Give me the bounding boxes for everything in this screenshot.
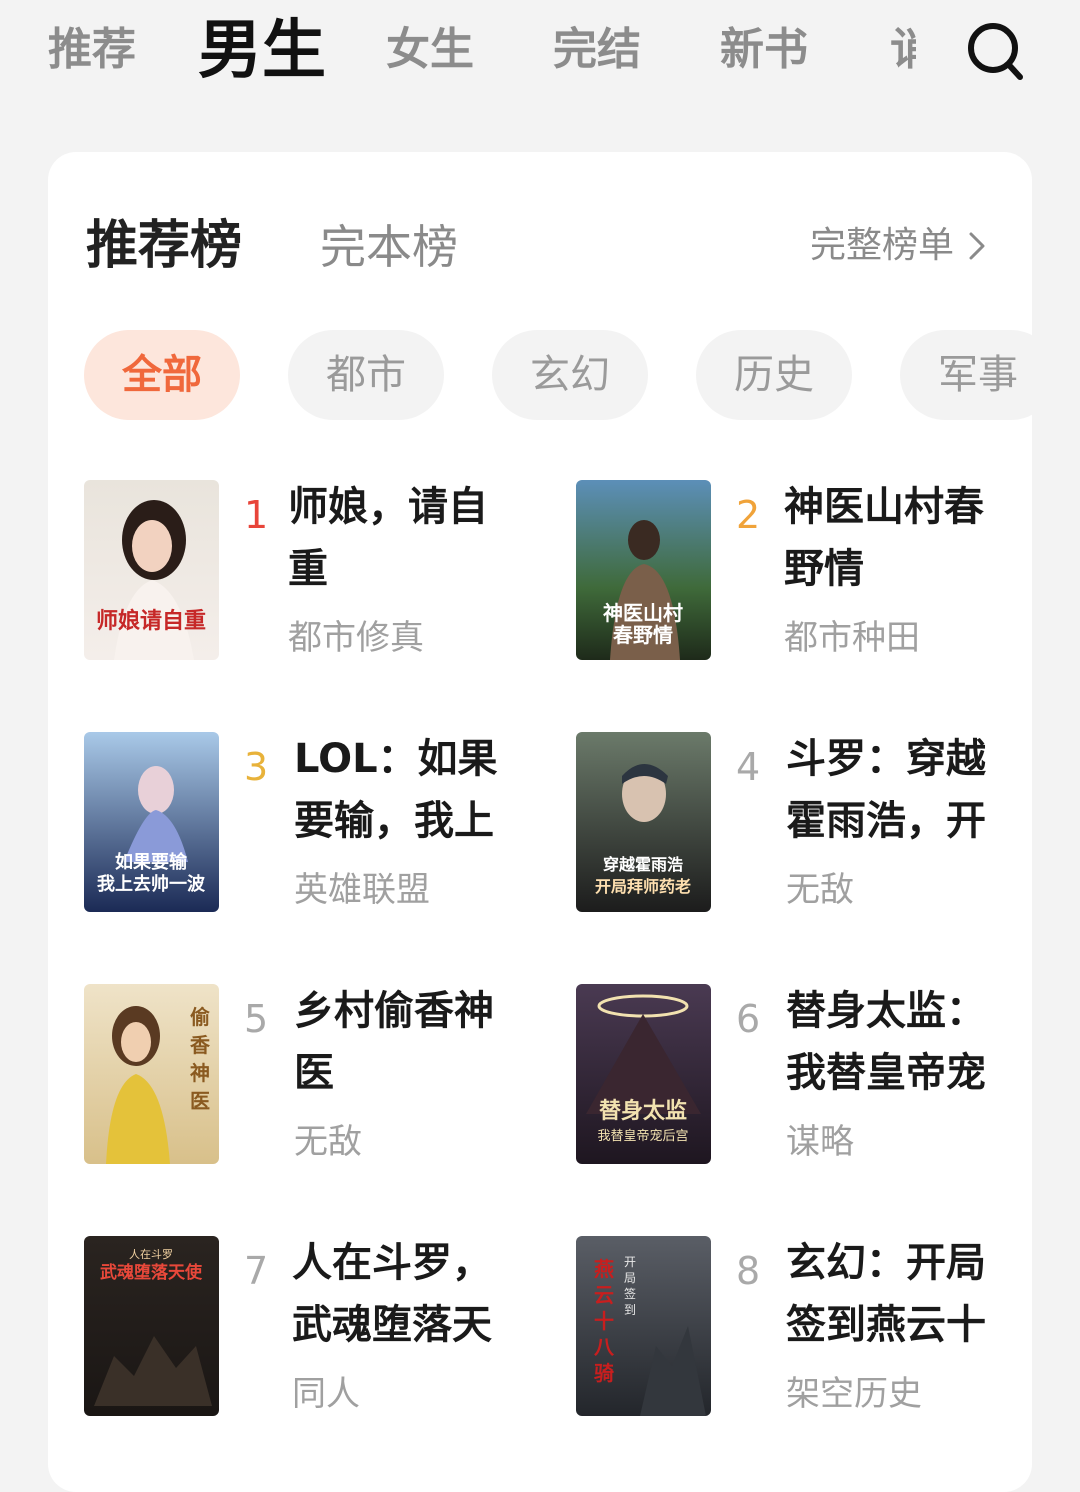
full-list-label: 完整榜单 [810, 225, 955, 266]
chip-history[interactable]: 历史 [696, 330, 852, 420]
svg-text:我替皇帝宠后宫: 我替皇帝宠后宫 [597, 1128, 688, 1144]
svg-text:签: 签 [624, 1286, 636, 1301]
book-cover: 如果要输 我上去帅一波 [84, 732, 219, 912]
tab-recommend-ranking[interactable]: 推荐榜 [86, 214, 242, 278]
book-genre: 无敌 [294, 1122, 362, 1162]
svg-text:到: 到 [624, 1303, 636, 1317]
svg-text:春野情: 春野情 [612, 623, 673, 647]
tab-completed-ranking[interactable]: 完本榜 [320, 216, 458, 278]
svg-text:神: 神 [190, 1061, 210, 1085]
svg-text:开: 开 [624, 1255, 636, 1269]
book-genre: 同人 [292, 1374, 360, 1414]
tab-new-books[interactable]: 新书 [720, 22, 808, 78]
svg-text:香: 香 [190, 1033, 211, 1057]
chip-urban[interactable]: 都市 [288, 330, 444, 420]
book-genre: 都市种田 [784, 618, 920, 658]
rank-number: 1 [244, 493, 269, 537]
book-cover: 人在斗罗 武魂堕落天使 [84, 1236, 219, 1416]
svg-text:偷: 偷 [190, 1005, 210, 1029]
svg-text:医: 医 [190, 1089, 210, 1113]
book-cover: 师娘请自重 [84, 480, 219, 660]
book-title: 玄幻：开局签到燕云十 [786, 1240, 986, 1348]
chip-fantasy[interactable]: 玄幻 [492, 330, 648, 420]
book-title: 替身太监：我替皇帝宠 [786, 988, 986, 1096]
chip-military[interactable]: 军事 [900, 330, 1032, 420]
tab-finished[interactable]: 完结 [553, 22, 641, 78]
svg-text:武魂堕落天使: 武魂堕落天使 [100, 1262, 203, 1283]
chip-all[interactable]: 全部 [84, 330, 240, 420]
svg-text:开局拜师药老: 开局拜师药老 [595, 877, 691, 896]
svg-text:人在斗罗: 人在斗罗 [129, 1248, 173, 1261]
rank-number: 5 [244, 997, 269, 1041]
top-nav: 推荐 男生 女生 完结 新书 诮 [0, 0, 1080, 110]
book-genre: 都市修真 [288, 618, 424, 658]
book-genre: 谋略 [786, 1122, 854, 1162]
svg-text:云: 云 [594, 1283, 614, 1307]
full-list-link[interactable]: 完整榜单 [810, 222, 986, 270]
rank-number: 3 [244, 745, 269, 789]
book-title: 人在斗罗，武魂堕落天 [292, 1240, 492, 1348]
svg-text:燕: 燕 [594, 1257, 614, 1281]
book-genre: 英雄联盟 [294, 870, 430, 910]
svg-text:十: 十 [594, 1309, 614, 1333]
book-title: LOL：如果要输，我上 [294, 736, 498, 844]
book-genre: 架空历史 [786, 1374, 922, 1414]
book-cover: 替身太监 我替皇帝宠后宫 [576, 984, 711, 1164]
category-chips: 全部 都市 玄幻 历史 军事 [84, 330, 1032, 422]
svg-text:神医山村: 神医山村 [603, 601, 683, 625]
rank-number: 4 [736, 745, 761, 789]
book-title: 神医山村春野情 [784, 484, 984, 592]
book-cover: 穿越霍雨浩 开局拜师药老 [576, 732, 711, 912]
chevron-right-icon [969, 232, 985, 260]
ranking-card: 推荐榜 完本榜 完整榜单 全部 都市 玄幻 历史 军事 师娘请自重 1 师娘，请… [48, 152, 1032, 1492]
book-cover: 神医山村 春野情 [576, 480, 711, 660]
rank-number: 6 [736, 997, 761, 1041]
book-cover: 燕 云 十 八 骑 开 局 签 到 [576, 1236, 711, 1416]
book-title: 乡村偷香神医 [294, 988, 494, 1096]
book-title: 师娘，请自重 [288, 484, 488, 592]
rank-number: 7 [244, 1249, 269, 1293]
svg-text:局: 局 [624, 1271, 636, 1285]
svg-text:八: 八 [594, 1335, 615, 1359]
svg-text:穿越霍雨浩: 穿越霍雨浩 [603, 855, 683, 874]
tab-recommend[interactable]: 推荐 [48, 22, 136, 78]
tab-more[interactable]: 诮 [890, 22, 916, 78]
book-title: 斗罗：穿越霍雨浩，开 [786, 736, 986, 844]
rank-number: 2 [736, 493, 761, 537]
book-cover: 偷 香 神 医 [84, 984, 219, 1164]
svg-text:骑: 骑 [594, 1361, 614, 1385]
svg-text:我上去帅一波: 我上去帅一波 [97, 873, 206, 895]
tab-male[interactable]: 男生 [198, 14, 326, 88]
rank-number: 8 [736, 1249, 761, 1293]
book-genre: 无敌 [786, 870, 854, 910]
svg-text:替身太监: 替身太监 [599, 1098, 687, 1124]
svg-text:师娘请自重: 师娘请自重 [96, 608, 206, 634]
search-icon[interactable] [966, 20, 1024, 82]
svg-text:如果要输: 如果要输 [115, 851, 188, 873]
tab-female[interactable]: 女生 [386, 22, 474, 78]
